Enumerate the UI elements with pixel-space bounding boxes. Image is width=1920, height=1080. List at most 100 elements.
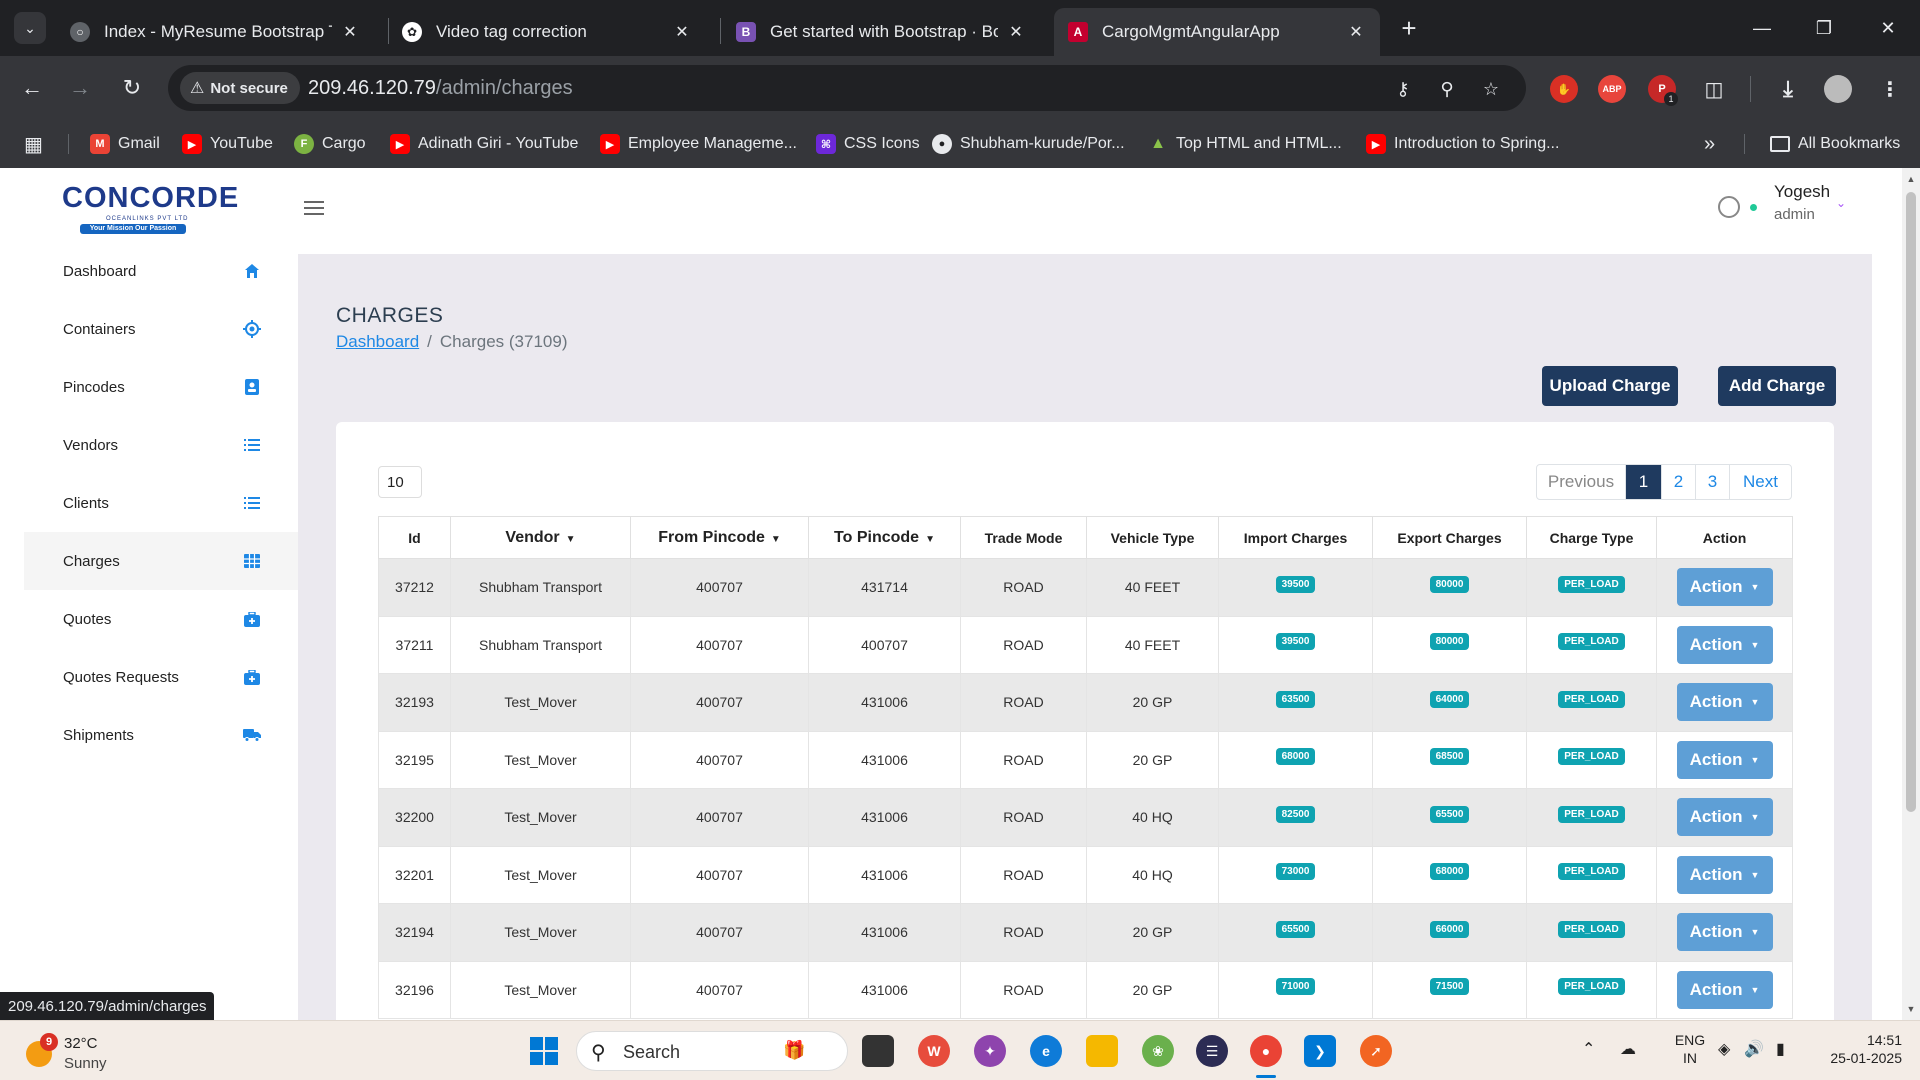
forward-icon[interactable]: → <box>64 72 96 104</box>
bookmark-gmail[interactable]: M Gmail <box>90 132 160 156</box>
bookmark-adinath[interactable]: ▶ Adinath Giri - YouTube <box>390 132 578 156</box>
sidebar-item-vendors[interactable]: Vendors <box>24 416 298 474</box>
scroll-down-arrow-icon[interactable]: ▼ <box>1902 1004 1920 1014</box>
upload-charge-button[interactable]: Upload Charge <box>1542 366 1678 406</box>
url-text[interactable]: 209.46.120.79/admin/charges <box>308 77 573 100</box>
chevron-down-icon[interactable]: ⌄ <box>1836 196 1846 210</box>
reload-icon[interactable]: ↻ <box>116 72 148 104</box>
bookmark-css-icons[interactable]: ⌘ CSS Icons <box>816 132 920 156</box>
bookmark-spring[interactable]: ▶ Introduction to Spring... <box>1366 132 1559 156</box>
action-dropdown-button[interactable]: Action ▼ <box>1676 683 1773 722</box>
taskbar-search-input[interactable]: ⚲ Search 🎁 <box>576 1031 848 1071</box>
sidebar-item-clients[interactable]: Clients <box>24 474 298 532</box>
download-icon[interactable]: ⤓ <box>1774 75 1802 103</box>
password-key-icon[interactable]: ⚷ <box>1390 76 1416 102</box>
battery-icon[interactable]: ▮ <box>1776 1039 1785 1059</box>
new-tab-button[interactable]: + <box>1394 13 1424 43</box>
all-bookmarks[interactable]: All Bookmarks <box>1770 132 1900 156</box>
sidebar-item-dashboard[interactable]: Dashboard <box>24 242 298 300</box>
restore-icon[interactable]: ❐ <box>1804 12 1844 44</box>
apps-grid-icon[interactable]: ▦ <box>24 132 43 156</box>
sidebar-item-quotes-requests[interactable]: Quotes Requests <box>24 648 298 706</box>
column-header-label: Action <box>1702 529 1747 546</box>
pagination-previous[interactable]: Previous <box>1537 465 1625 499</box>
task-view-icon[interactable] <box>862 1035 894 1067</box>
address-bar[interactable]: ⚠ Not secure 209.46.120.79/admin/charges… <box>168 65 1526 111</box>
action-dropdown-button[interactable]: Action ▼ <box>1676 913 1773 952</box>
page-scrollbar[interactable]: ▲ ▼ <box>1902 168 1920 1020</box>
close-tab-icon[interactable]: ✕ <box>672 22 692 42</box>
sidebar-item-charges[interactable]: Charges <box>24 532 298 590</box>
sidebar-item-containers[interactable]: Containers <box>24 300 298 358</box>
breadcrumb-dashboard-link[interactable]: Dashboard <box>336 332 419 351</box>
pagination-page-3[interactable]: 3 <box>1695 465 1729 499</box>
zoom-icon[interactable]: ⚲ <box>1434 76 1460 102</box>
close-tab-icon[interactable]: ✕ <box>1006 22 1026 42</box>
cloud-sync-icon[interactable]: ☁ <box>1620 1039 1636 1059</box>
sidebar-item-quotes[interactable]: Quotes <box>24 590 298 648</box>
vscode-icon[interactable]: ❯ <box>1304 1035 1336 1067</box>
pagination-page-2[interactable]: 2 <box>1661 465 1695 499</box>
column-header-from-pincode[interactable]: From Pincode ▼ <box>630 516 809 559</box>
bookmark-html[interactable]: ▲ Top HTML and HTML... <box>1148 132 1342 156</box>
pagination-next[interactable]: Next <box>1729 465 1791 499</box>
bookmark-cargo[interactable]: F Cargo <box>294 132 366 156</box>
bookmark-youtube[interactable]: ▶ YouTube <box>182 132 273 156</box>
back-icon[interactable]: ← <box>16 72 48 104</box>
site-security-chip[interactable]: ⚠ Not secure <box>180 72 300 104</box>
postman-icon[interactable]: ➚ <box>1360 1035 1392 1067</box>
input-language[interactable]: ENG IN <box>1668 1031 1712 1067</box>
hamburger-menu-icon[interactable] <box>304 196 328 220</box>
pagination-page-1[interactable]: 1 <box>1625 465 1661 499</box>
adblock-icon[interactable]: ABP <box>1598 75 1626 103</box>
action-dropdown-button[interactable]: Action ▼ <box>1676 740 1773 779</box>
action-dropdown-button[interactable]: Action ▼ <box>1676 568 1773 607</box>
profile-avatar[interactable] <box>1824 75 1852 103</box>
add-charge-button[interactable]: Add Charge <box>1718 366 1836 406</box>
bookmark-github[interactable]: ● Shubham-kurude/Por... <box>932 132 1125 156</box>
menu-kebab-icon[interactable]: ⋮ <box>1876 75 1904 103</box>
eclipse-icon[interactable]: ☰ <box>1196 1035 1228 1067</box>
tray-chevron-up-icon[interactable]: ⌃ <box>1582 1039 1595 1059</box>
browser-tab[interactable]: B Get started with Bootstrap · Bootst ✕ <box>722 8 1040 56</box>
scroll-up-arrow-icon[interactable]: ▲ <box>1902 174 1920 184</box>
edge-icon[interactable]: e <box>1030 1035 1062 1067</box>
page-size-select[interactable]: 10 <box>378 466 422 498</box>
volume-icon[interactable]: 🔊 <box>1744 1039 1764 1059</box>
minimize-icon[interactable]: — <box>1742 12 1782 44</box>
bookmark-star-icon[interactable]: ☆ <box>1478 76 1504 102</box>
action-dropdown-button[interactable]: Action ▼ <box>1676 970 1773 1009</box>
action-dropdown-button[interactable]: Action ▼ <box>1676 798 1773 837</box>
wps-office-icon[interactable]: W <box>918 1035 950 1067</box>
chrome-icon[interactable]: ● <box>1250 1035 1282 1067</box>
copilot-icon[interactable]: ✦ <box>974 1035 1006 1067</box>
action-dropdown-button[interactable]: Action ▼ <box>1676 625 1773 664</box>
weather-widget[interactable]: 9 32°C Sunny <box>24 1031 144 1072</box>
column-header-vendor[interactable]: Vendor ▼ <box>450 516 631 559</box>
sidebar-item-pincodes[interactable]: Pincodes <box>24 358 298 416</box>
action-dropdown-button[interactable]: Action ▼ <box>1676 855 1773 894</box>
close-tab-icon[interactable]: ✕ <box>1346 22 1366 42</box>
clock[interactable]: 14:51 25-01-2025 <box>1812 1031 1902 1067</box>
company-logo[interactable]: CONCORDE OCEANLINKS PVT LTD Your Mission… <box>62 182 238 234</box>
more-bookmarks-icon[interactable]: » <box>1704 132 1715 156</box>
tab-search-button[interactable]: ⌄ <box>14 12 46 44</box>
browser-tab[interactable]: ○ Index - MyResume Bootstrap Temp ✕ <box>56 8 374 56</box>
extension-block-icon[interactable]: ✋ <box>1550 75 1578 103</box>
user-menu[interactable]: Yogesh admin ⌄ <box>1718 180 1848 230</box>
spring-tool-icon[interactable]: ❀ <box>1142 1035 1174 1067</box>
extensions-puzzle-icon[interactable]: ◫ <box>1700 75 1728 103</box>
cell-from: 400707 <box>630 558 809 617</box>
column-header-to-pincode[interactable]: To Pincode ▼ <box>808 516 961 559</box>
scrollbar-thumb[interactable] <box>1906 192 1916 812</box>
browser-tab-active[interactable]: A CargoMgmtAngularApp ✕ <box>1054 8 1380 56</box>
windows-start-icon[interactable] <box>528 1035 560 1067</box>
close-tab-icon[interactable]: ✕ <box>340 22 360 42</box>
browser-tab[interactable]: ✿ Video tag correction ✕ <box>388 8 706 56</box>
bookmark-employee[interactable]: ▶ Employee Manageme... <box>600 132 797 156</box>
file-explorer-icon[interactable] <box>1086 1035 1118 1067</box>
sidebar-item-shipments[interactable]: Shipments <box>24 706 298 764</box>
column-header-label: From Pincode <box>658 528 765 546</box>
wifi-icon[interactable]: ◈ <box>1718 1039 1730 1059</box>
close-window-icon[interactable]: ✕ <box>1868 12 1908 44</box>
